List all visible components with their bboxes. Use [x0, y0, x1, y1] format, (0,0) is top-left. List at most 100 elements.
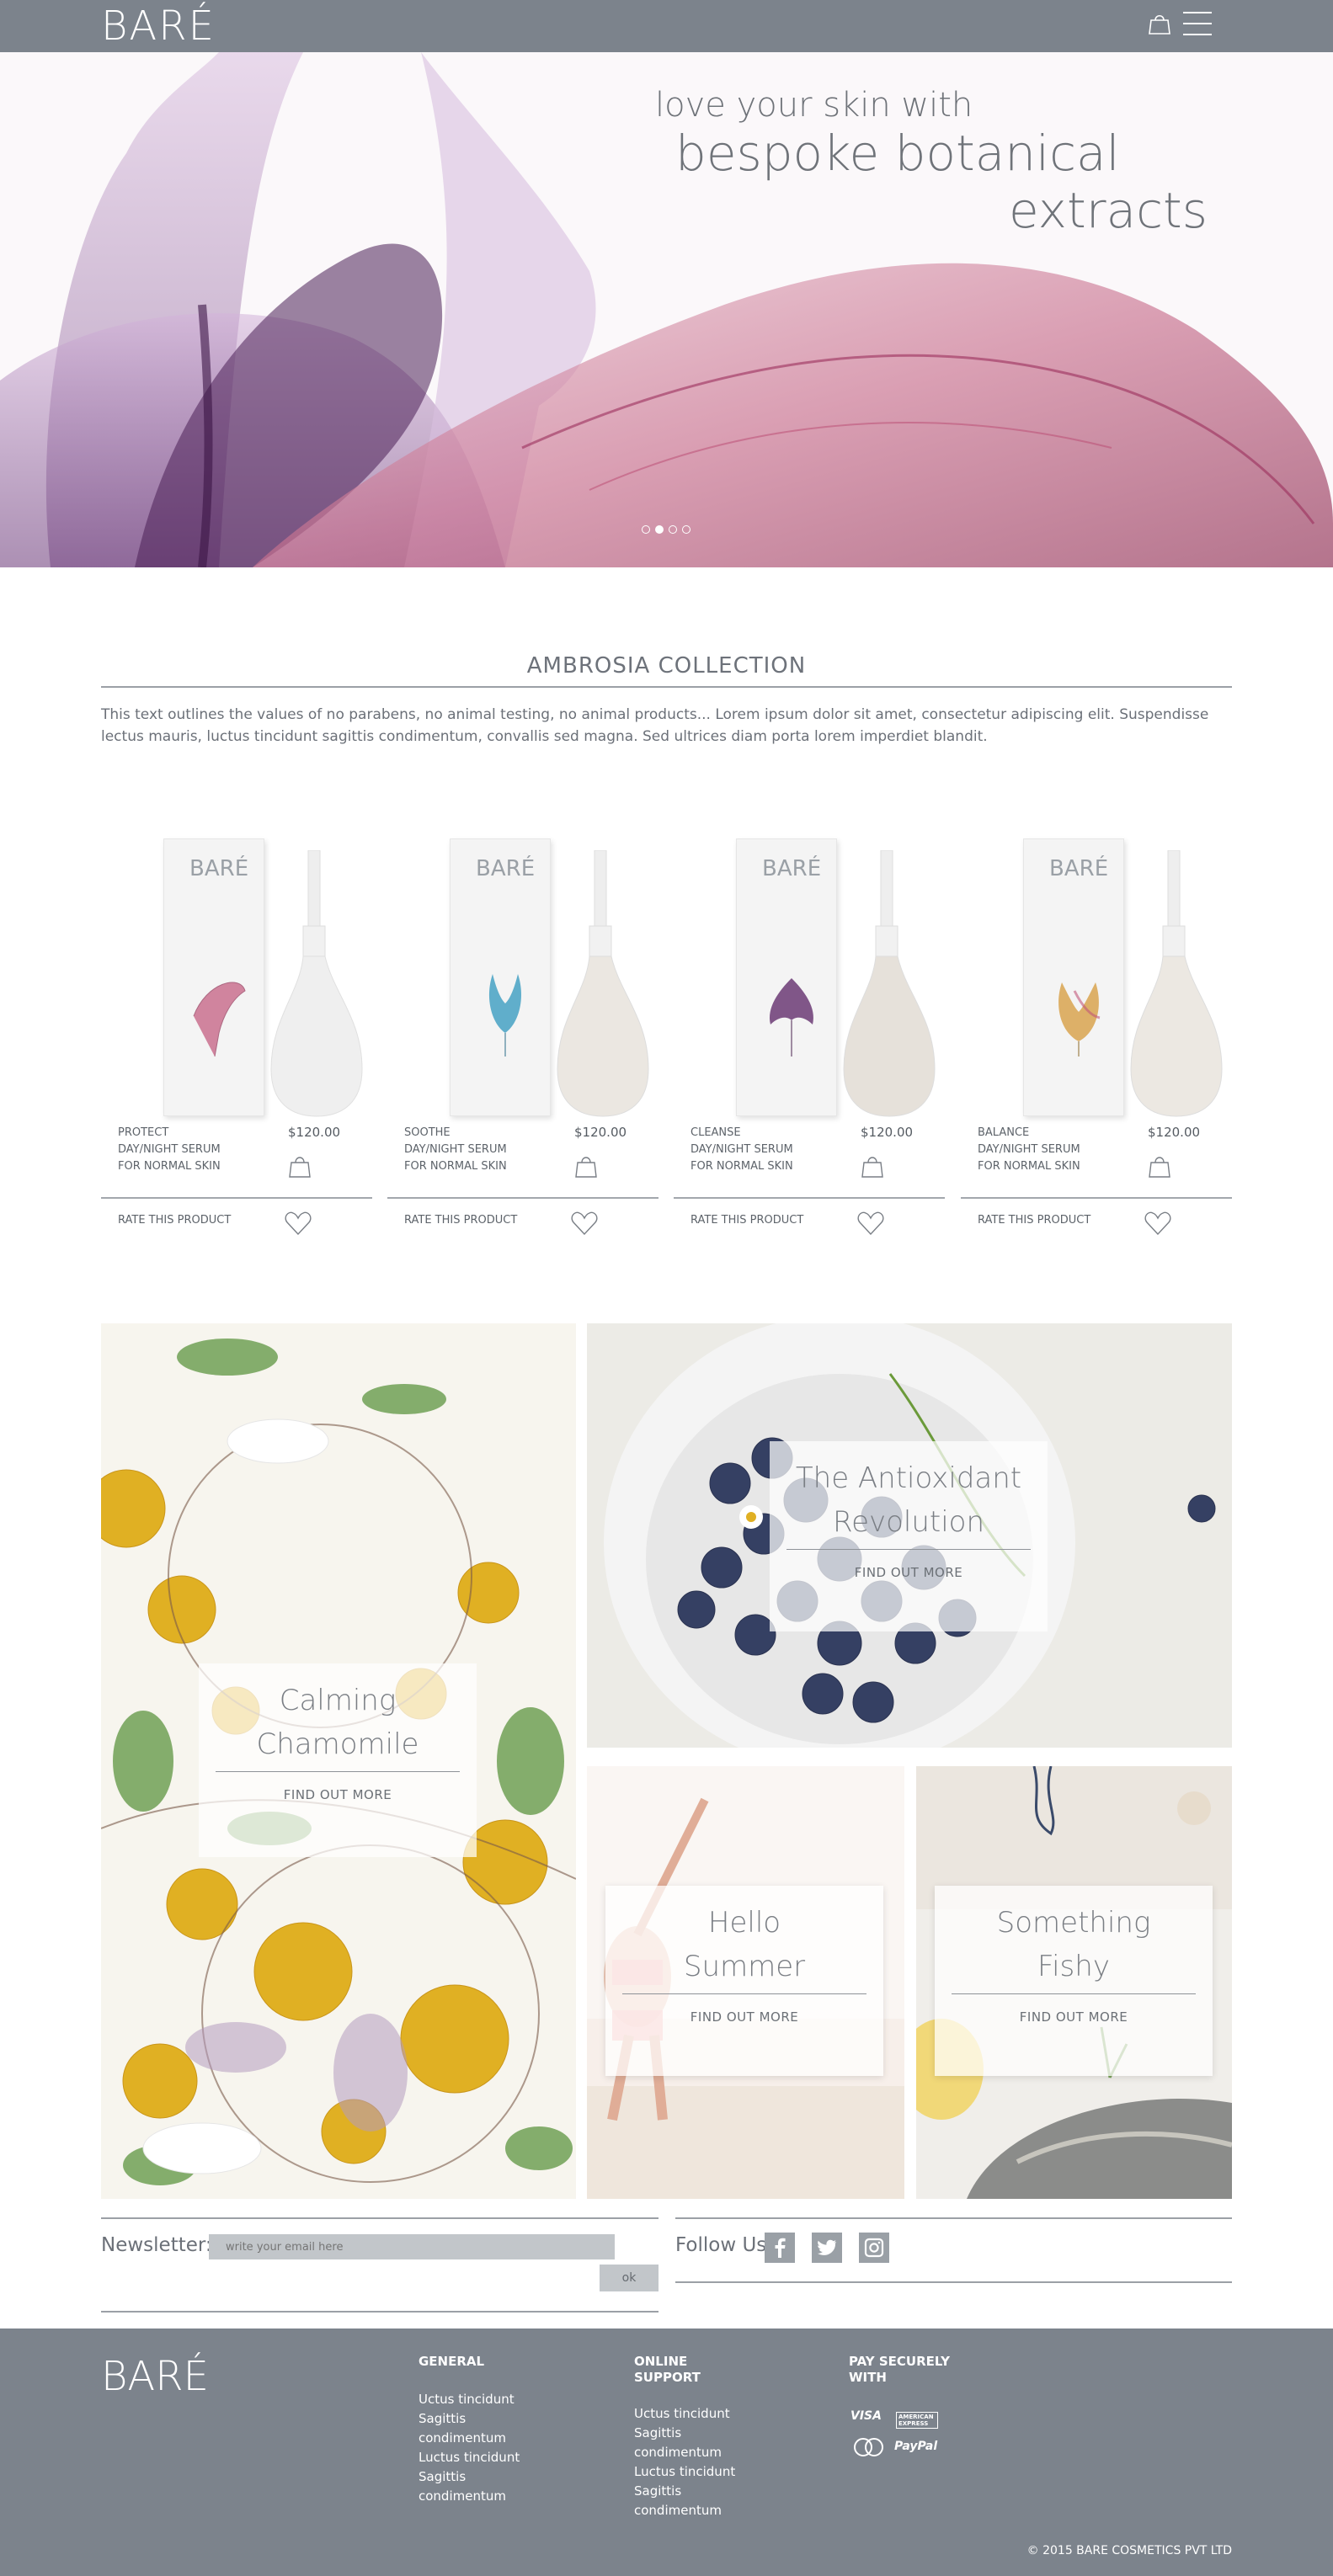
footer-link[interactable]: Luctus tincidunt — [419, 2448, 587, 2467]
footer-link[interactable]: Uctus tincidunt — [419, 2390, 587, 2409]
footer-links: Uctus tincidunt Sagittis condimentum Luc… — [634, 2404, 802, 2520]
box-flower-image — [488, 974, 522, 1056]
product-title: SOOTHE — [404, 1126, 451, 1139]
rate-product-link[interactable]: RATE THIS PRODUCT — [118, 1214, 231, 1227]
feature-tile-chamomile[interactable]: Calming Chamomile FIND OUT MORE — [101, 1323, 576, 2199]
follow-us-label: Follow Us: — [675, 2234, 774, 2256]
rate-product-link[interactable]: RATE THIS PRODUCT — [978, 1214, 1090, 1227]
serum-bottle-image — [843, 850, 936, 1117]
carousel-dot[interactable] — [669, 525, 677, 534]
hamburger-menu-icon[interactable] — [1183, 10, 1212, 37]
shopping-bag-icon[interactable] — [1147, 12, 1172, 35]
rate-product-link[interactable]: RATE THIS PRODUCT — [690, 1214, 803, 1227]
product-title: BALANCE — [978, 1126, 1030, 1139]
footer-column-heading: ONLINE SUPPORT — [634, 2354, 701, 2385]
heart-icon[interactable] — [857, 1211, 884, 1236]
tile-caption: The Antioxidant Revolution FIND OUT MORE — [770, 1441, 1048, 1631]
divider — [101, 686, 1232, 688]
feature-tile-fishy[interactable]: Something Fishy FIND OUT MORE — [916, 1766, 1232, 2199]
product-skin-type: FOR NORMAL SKIN — [690, 1160, 793, 1173]
product-price: $120.00 — [574, 1125, 627, 1140]
product-price: $120.00 — [861, 1125, 914, 1140]
product-box-image[interactable]: BARÉ — [736, 838, 837, 1116]
find-out-more-link[interactable]: FIND OUT MORE — [935, 2009, 1213, 2025]
find-out-more-link[interactable]: FIND OUT MORE — [605, 2009, 883, 2025]
divider — [675, 2217, 1232, 2219]
footer-column-heading: GENERAL — [419, 2354, 485, 2369]
rate-product-link[interactable]: RATE THIS PRODUCT — [404, 1214, 517, 1227]
footer-link[interactable]: Sagittis — [634, 2424, 802, 2443]
collection-description: This text outlines the values of no para… — [101, 706, 1209, 745]
footer-link[interactable]: Sagittis — [634, 2482, 802, 2501]
product-box-image[interactable]: BARÉ — [163, 838, 264, 1116]
product-price: $120.00 — [288, 1125, 341, 1140]
tile-caption: Something Fishy FIND OUT MORE — [935, 1886, 1213, 2076]
carousel-dot-active[interactable] — [655, 525, 664, 534]
product-skin-type: FOR NORMAL SKIN — [118, 1160, 221, 1173]
divider — [101, 2311, 659, 2313]
hero-flower-image — [0, 52, 1333, 567]
serum-bottle-image — [270, 850, 363, 1117]
footer-column-heading: PAY SECURELY WITH — [849, 2354, 950, 2385]
hero-headline-line-2: bespoke botanical — [675, 125, 1120, 182]
heart-icon[interactable] — [285, 1211, 312, 1236]
carousel-dot[interactable] — [642, 525, 650, 534]
footer-link[interactable]: Sagittis — [419, 2467, 587, 2487]
footer-link[interactable]: condimentum — [634, 2443, 802, 2462]
add-to-bag-icon[interactable] — [1148, 1153, 1171, 1179]
footer-links: Uctus tincidunt Sagittis condimentum Luc… — [419, 2390, 587, 2506]
newsletter-label: Newsletter: — [101, 2234, 212, 2256]
hero-headline-line-3: extracts — [1009, 182, 1208, 239]
find-out-more-link[interactable]: FIND OUT MORE — [770, 1565, 1048, 1580]
heart-icon[interactable] — [571, 1211, 598, 1236]
twitter-icon[interactable] — [812, 2233, 842, 2263]
carousel-dot[interactable] — [682, 525, 690, 534]
product-box-image[interactable]: BARÉ — [1023, 838, 1124, 1116]
divider — [786, 1549, 1031, 1550]
product-name: SOOTHE DAY/NIGHT SERUM FOR NORMAL SKIN — [404, 1125, 547, 1175]
footer-link[interactable]: condimentum — [634, 2501, 802, 2520]
footer-link[interactable]: Sagittis — [419, 2409, 587, 2429]
footer-logo[interactable]: BARÉ — [101, 2355, 209, 2398]
divider — [101, 1197, 372, 1199]
collection-title: AMBROSIA COLLECTION — [526, 653, 807, 679]
footer-link[interactable]: Uctus tincidunt — [634, 2404, 802, 2424]
feature-tile-summer[interactable]: Hello Summer FIND OUT MORE — [587, 1766, 904, 2199]
box-flower-image — [770, 978, 813, 1056]
product-skin-type: FOR NORMAL SKIN — [978, 1160, 1080, 1173]
hero-banner: love your skin with bespoke botanical ex… — [0, 52, 1333, 567]
footer-link[interactable]: Luctus tincidunt — [634, 2462, 802, 2482]
serum-bottle-image — [557, 850, 649, 1117]
heart-icon[interactable] — [1144, 1211, 1171, 1236]
newsletter-email-input[interactable] — [209, 2234, 615, 2259]
divider — [961, 1197, 1232, 1199]
add-to-bag-icon[interactable] — [861, 1153, 884, 1179]
brand-logo[interactable]: BARÉ — [101, 5, 216, 47]
product-box-image[interactable]: BARÉ — [450, 838, 551, 1116]
product-name: PROTECT DAY/NIGHT SERUM FOR NORMAL SKIN — [118, 1125, 261, 1175]
add-to-bag-icon[interactable] — [574, 1153, 598, 1179]
instagram-icon[interactable] — [859, 2233, 889, 2263]
tile-title: Calming Chamomile — [256, 1684, 419, 1761]
box-brand: BARÉ — [762, 856, 822, 881]
footer-link[interactable]: condimentum — [419, 2429, 587, 2448]
divider — [952, 1993, 1196, 1994]
tile-caption: Calming Chamomile FIND OUT MORE — [199, 1663, 477, 1857]
footer-link[interactable]: condimentum — [419, 2487, 587, 2506]
newsletter-submit-button[interactable]: ok — [600, 2265, 659, 2291]
hero-headline-line-1: love your skin with — [655, 86, 973, 125]
serum-bottle-image — [1130, 850, 1223, 1117]
product-type: DAY/NIGHT SERUM — [690, 1143, 793, 1156]
feature-tile-antioxidant[interactable]: The Antioxidant Revolution FIND OUT MORE — [587, 1323, 1232, 1748]
find-out-more-link[interactable]: FIND OUT MORE — [199, 1787, 477, 1802]
product-title: CLEANSE — [690, 1126, 741, 1139]
product-type: DAY/NIGHT SERUM — [404, 1143, 507, 1156]
add-to-bag-icon[interactable] — [288, 1153, 312, 1179]
product-name: CLEANSE DAY/NIGHT SERUM FOR NORMAL SKIN — [690, 1125, 834, 1175]
box-flower-image — [1058, 982, 1101, 1056]
site-footer: BARÉ GENERAL Uctus tincidunt Sagittis co… — [0, 2329, 1333, 2576]
facebook-icon[interactable] — [765, 2233, 795, 2263]
paypal-icon: PayPal — [894, 2440, 938, 2453]
box-brand: BARÉ — [1049, 856, 1109, 881]
mastercard-icon — [850, 2436, 888, 2458]
